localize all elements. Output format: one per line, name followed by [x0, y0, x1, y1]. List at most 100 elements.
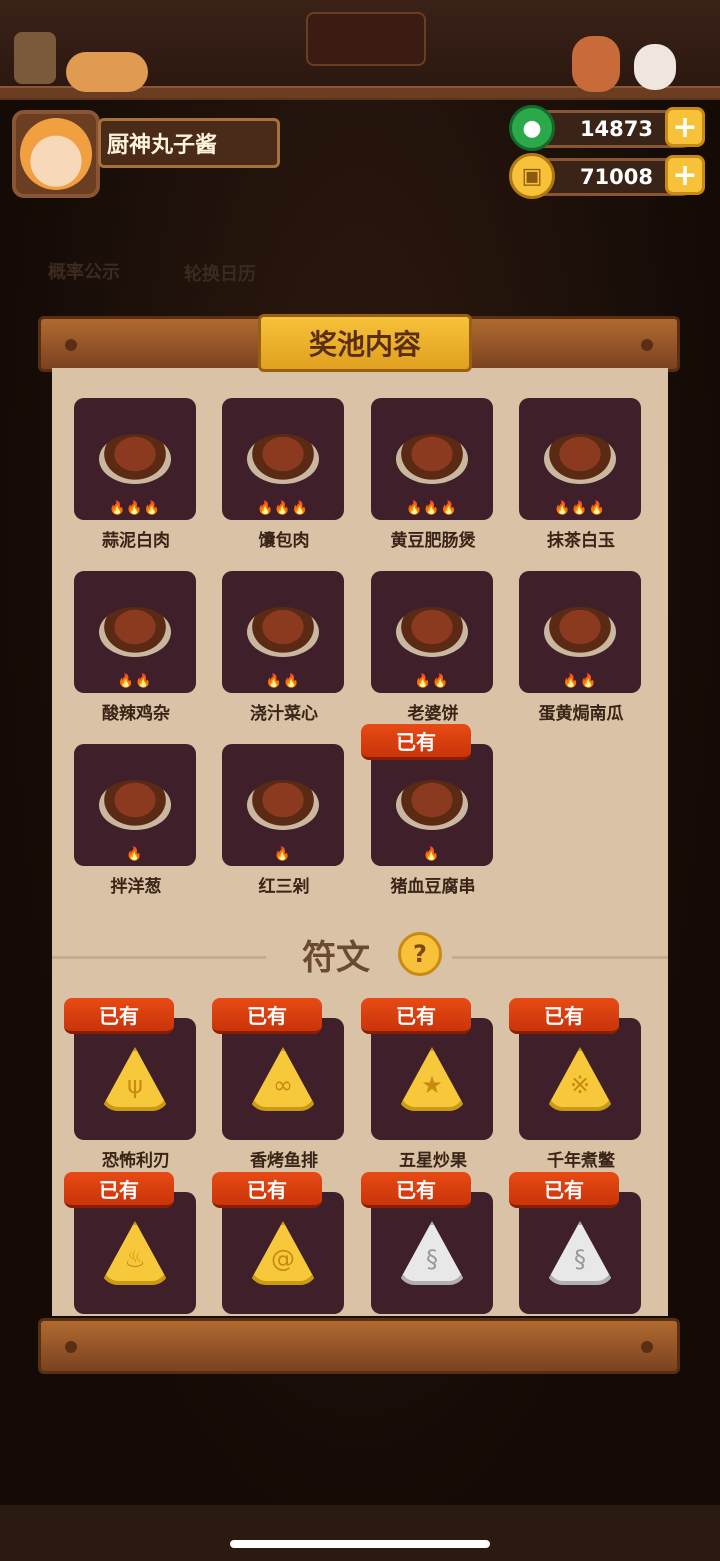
flame-rating-icon: 🔥🔥 [265, 674, 301, 689]
rune-tile: § 已有 [361, 1172, 493, 1314]
dish-item[interactable]: 🔥🔥 蛋黄焗南瓜 [519, 571, 643, 724]
owned-badge: 已有 [361, 724, 471, 760]
dish-tile: 🔥🔥🔥 [371, 398, 493, 520]
dish-tile: 🔥🔥 [371, 571, 493, 693]
flame-rating-icon: 🔥🔥 [117, 674, 153, 689]
dish-icon [544, 607, 616, 657]
star-rune-icon: ★ [397, 1047, 467, 1111]
dish-name: 蒜泥白肉 [102, 531, 170, 551]
rune-item[interactable]: § 已有 [509, 1172, 643, 1314]
hanging-sign-icon [14, 32, 56, 84]
dish-item[interactable]: 🔥🔥🔥 黄豆肥肠煲 [371, 398, 495, 551]
dish-icon [99, 434, 171, 484]
probability-label[interactable]: 概率公示 [48, 258, 120, 284]
flame-rating-icon: 🔥 [274, 847, 292, 862]
dish-tile: 🔥🔥🔥 [74, 398, 196, 520]
flame-rating-icon: 🔥 [423, 847, 441, 862]
dish-name: 馕包肉 [258, 531, 310, 551]
rune-name: 恐怖利刃 [102, 1151, 170, 1171]
flame-rating-icon: 🔥🔥🔥 [554, 501, 606, 516]
player-avatar[interactable] [12, 110, 100, 198]
divider [452, 956, 668, 959]
dish-icon [396, 607, 468, 657]
rune-item[interactable]: ∞ 已有香烤鱼排 [212, 998, 346, 1171]
dish-tile: 🔥 已有 [361, 724, 493, 866]
dish-item[interactable]: 🔥 拌洋葱 [74, 744, 198, 897]
help-button[interactable]: ? [398, 932, 442, 976]
bottom-strip [0, 1505, 720, 1561]
jade-counter: ● 14873 + [509, 105, 705, 151]
dish-tile: 🔥 [222, 744, 344, 866]
dish-icon [247, 607, 319, 657]
panel-title: 奖池内容 [258, 314, 472, 372]
dish-item[interactable]: 🔥🔥🔥 蒜泥白肉 [74, 398, 198, 551]
flame-rating-icon: 🔥🔥 [562, 674, 598, 689]
dish-icon [99, 780, 171, 830]
player-name: 厨神丸子酱 [98, 118, 280, 168]
coin-value: 71008 [579, 165, 653, 189]
rune-item[interactable]: ψ 已有 恐怖利刃 [64, 998, 198, 1171]
dish-item[interactable]: 🔥🔥 酸辣鸡杂 [74, 571, 198, 724]
rune-item[interactable]: ♨ 已有 [64, 1172, 198, 1314]
swirl-rune-icon: § [545, 1221, 615, 1285]
owned-badge: 已有 [509, 998, 619, 1034]
dish-name: 猪血豆腐串 [390, 877, 476, 897]
owned-badge: 已有 [212, 998, 322, 1034]
rune-item[interactable]: @ 已有 [212, 1172, 346, 1314]
rune-item[interactable]: § 已有 [361, 1172, 495, 1314]
rune-name: 五星炒果 [399, 1151, 467, 1171]
dish-item[interactable]: 🔥 红三剁 [222, 744, 346, 897]
cat-character-icon [634, 44, 676, 90]
owned-badge: 已有 [361, 1172, 471, 1208]
rune-tile: ★ 已有 [361, 998, 493, 1140]
home-indicator[interactable] [230, 1540, 490, 1548]
dish-icon [247, 434, 319, 484]
dish-icon [396, 780, 468, 830]
rod-bolt-icon [65, 1341, 77, 1353]
add-jade-button[interactable]: + [665, 107, 705, 147]
rune-section-header: 符文 ? [52, 930, 668, 980]
owned-badge: 已有 [509, 1172, 619, 1208]
rune-section-title: 符文 [302, 938, 370, 978]
turtle-rune-icon: ※ [545, 1047, 615, 1111]
avatar-face-icon [20, 118, 92, 190]
dish-item[interactable]: 🔥🔥🔥 抹茶白玉 [519, 398, 643, 551]
divider [52, 956, 266, 959]
rod-bolt-icon [641, 1341, 653, 1353]
rod-bolt-icon [641, 339, 653, 351]
reward-pool-panel: 🔥🔥🔥 蒜泥白肉 🔥🔥🔥 馕包肉 🔥🔥🔥 黄豆肥肠煲 🔥🔥🔥 抹茶白玉 🔥🔥 酸辣鸡杂 🔥🔥 浇汁菜心… [52, 368, 668, 1316]
dish-item[interactable]: 🔥🔥 浇汁菜心 [222, 571, 346, 724]
dish-item[interactable]: 🔥 已有猪血豆腐串 [361, 724, 495, 897]
coin-counter: ▣ 71008 + [509, 153, 705, 199]
owned-badge: 已有 [212, 1172, 322, 1208]
owned-badge: 已有 [361, 998, 471, 1034]
dish-name: 红三剁 [258, 877, 310, 897]
calendar-label[interactable]: 轮换日历 [184, 260, 256, 286]
fish-rune-icon: ∞ [248, 1047, 318, 1111]
rune-tile: ※ 已有 [509, 998, 641, 1140]
jade-icon: ● [509, 105, 555, 151]
dish-icon [396, 434, 468, 484]
dish-item[interactable]: 🔥🔥 老婆饼 [371, 571, 495, 724]
flame-rating-icon: 🔥 [126, 847, 144, 862]
rune-item[interactable]: ※ 已有 千年煮鳖 [509, 998, 643, 1171]
dish-item[interactable]: 🔥🔥🔥 馕包肉 [222, 398, 346, 551]
dish-icon [99, 607, 171, 657]
add-coin-button[interactable]: + [665, 155, 705, 195]
rune-name: 香烤鱼排 [250, 1151, 318, 1171]
dish-icon [544, 434, 616, 484]
spiral-rune-icon: @ [248, 1221, 318, 1285]
dish-tile: 🔥🔥 [222, 571, 344, 693]
dish-name: 酸辣鸡杂 [102, 704, 170, 724]
dish-tile: 🔥 [74, 744, 196, 866]
owned-badge: 已有 [64, 998, 174, 1034]
banner-icon [306, 12, 426, 66]
pot-rune-icon: ♨ [100, 1221, 170, 1285]
dish-tile: 🔥🔥 [74, 571, 196, 693]
dish-icon [247, 780, 319, 830]
flame-rating-icon: 🔥🔥🔥 [406, 501, 458, 516]
rune-tile: ♨ 已有 [64, 1172, 196, 1314]
coin-icon: ▣ [509, 153, 555, 199]
rune-tile: ∞ 已有 [212, 998, 344, 1140]
rune-item[interactable]: ★ 已有五星炒果 [361, 998, 495, 1171]
